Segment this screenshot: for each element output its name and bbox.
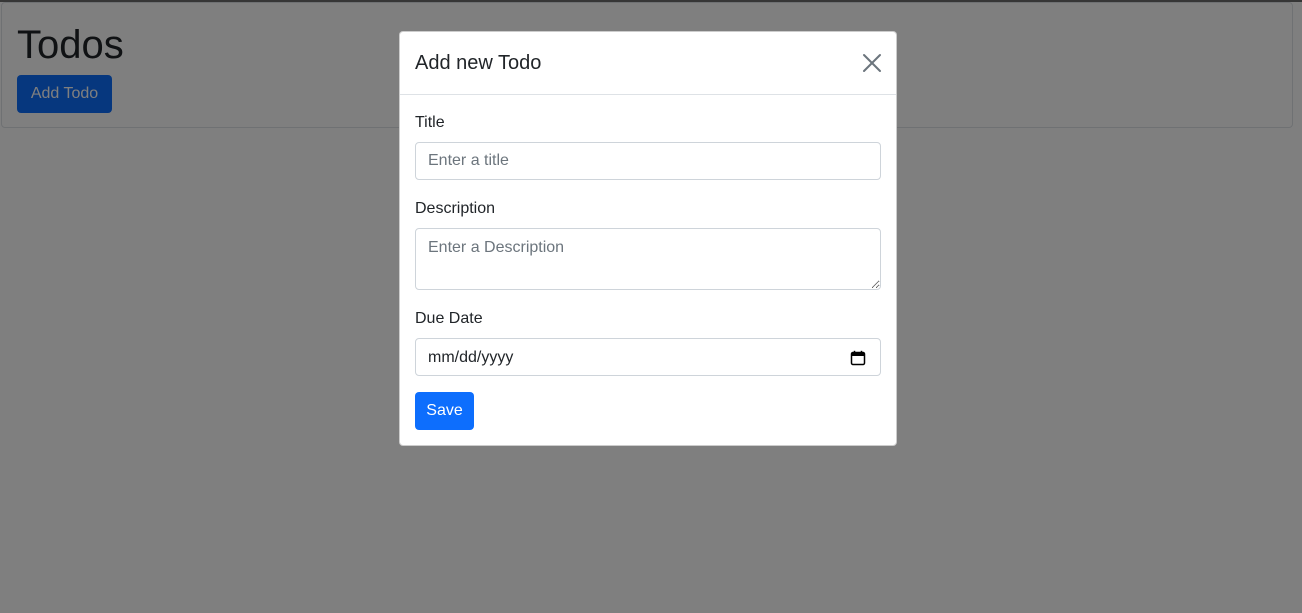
save-button[interactable]: Save [415, 392, 474, 430]
todo-page: Todos Add Todo Add new Todo Title Descri… [0, 0, 1302, 613]
due-date-input[interactable]: mm/dd/yyyy [415, 338, 881, 376]
title-input[interactable] [415, 142, 881, 180]
close-icon [863, 54, 881, 72]
title-label: Title [415, 114, 445, 131]
add-todo-modal: Add new Todo Title Description Due Date … [399, 31, 897, 446]
due-date-label: Due Date [415, 310, 483, 327]
calendar-icon[interactable] [850, 350, 866, 366]
description-label: Description [415, 200, 496, 217]
modal-title: Add new Todo [415, 52, 542, 74]
close-button[interactable] [861, 52, 883, 74]
due-date-placeholder: mm/dd/yyyy [428, 349, 514, 366]
description-textarea[interactable] [415, 228, 881, 290]
modal-header: Add new Todo [400, 32, 896, 95]
